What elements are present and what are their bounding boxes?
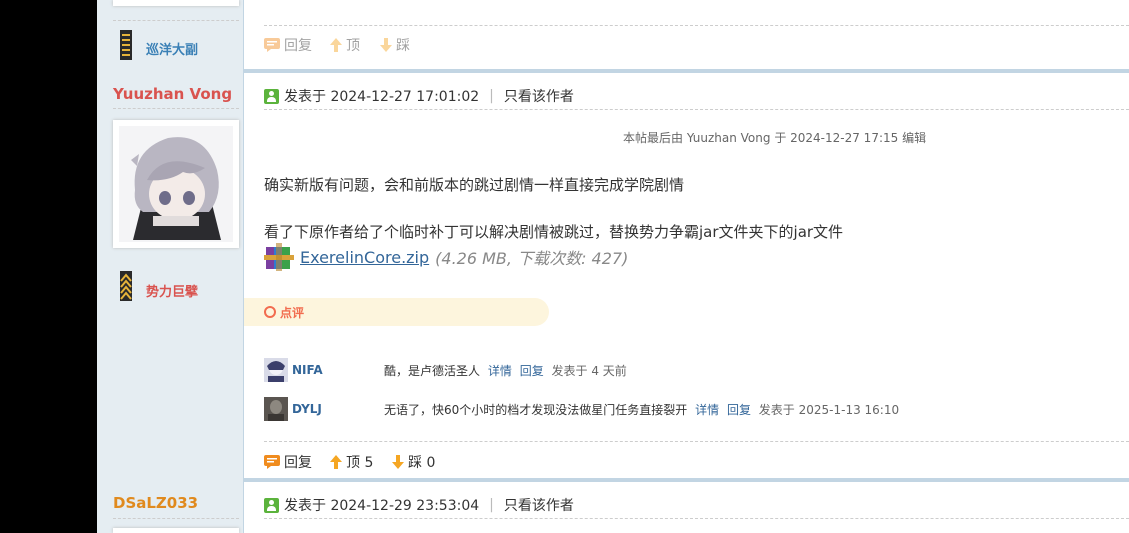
reply-link[interactable]: 回复 bbox=[727, 403, 751, 417]
post-header: 发表于 2024-12-27 17:01:02 | 只看该作者 bbox=[264, 86, 574, 106]
divider bbox=[264, 109, 1129, 110]
downvote-button[interactable]: 踩 0 bbox=[392, 452, 435, 472]
arrow-down-icon bbox=[392, 455, 404, 469]
divider bbox=[264, 518, 1129, 519]
author-name[interactable]: DSaLZ033 bbox=[113, 494, 198, 512]
avatar-previous[interactable] bbox=[113, 0, 239, 6]
user-rank[interactable]: 巡洋大副 bbox=[146, 39, 198, 58]
downvote-button[interactable]: 踩 bbox=[380, 35, 410, 55]
detail-link[interactable]: 详情 bbox=[488, 364, 512, 378]
post-text-line: 看了下原作者给了个临时补丁可以解决剧情被跳过，替换势力争霸jar文件夹下的jar… bbox=[264, 223, 844, 241]
post-separator bbox=[244, 69, 1129, 73]
comment-text: 酷，是卢德活圣人 bbox=[384, 364, 481, 378]
rank-badge-icon bbox=[120, 271, 132, 301]
attachment: ExerelinCore.zip (4.26 MB, 下载次数: 427) bbox=[264, 243, 628, 271]
reply-label: 回复 bbox=[284, 455, 312, 471]
author-sidebar bbox=[97, 0, 244, 533]
reply-link[interactable]: 回复 bbox=[520, 364, 544, 378]
post-separator bbox=[244, 478, 1129, 482]
online-status-icon bbox=[264, 88, 279, 104]
divider bbox=[264, 25, 1129, 26]
post-time: 发表于 2024-12-27 17:01:02 bbox=[284, 89, 480, 105]
comment-user[interactable]: DYLJ bbox=[292, 402, 322, 416]
comment-row: 无语了，快60个小时的档才发现没法做星门任务直接裂开 详情 回复 发表于 202… bbox=[384, 401, 899, 418]
arrow-up-icon bbox=[330, 455, 342, 469]
divider bbox=[113, 20, 239, 21]
avatar[interactable] bbox=[113, 120, 239, 248]
rank-badge-icon bbox=[120, 30, 132, 60]
upvote-label: 顶 5 bbox=[346, 455, 374, 471]
upvote-button[interactable]: 顶 bbox=[330, 35, 360, 55]
comment-avatar[interactable] bbox=[264, 397, 288, 421]
arrow-down-icon bbox=[380, 38, 392, 52]
comment-text: 无语了，快60个小时的档才发现没法做星门任务直接裂开 bbox=[384, 403, 688, 417]
reply-button[interactable]: 回复 bbox=[264, 35, 312, 55]
only-author-link[interactable]: 只看该作者 bbox=[504, 495, 574, 515]
reply-icon bbox=[264, 455, 280, 469]
only-author-link[interactable]: 只看该作者 bbox=[504, 86, 574, 106]
divider bbox=[113, 108, 239, 109]
online-status-icon bbox=[264, 497, 279, 513]
reply-label: 回复 bbox=[284, 38, 312, 54]
divider bbox=[264, 441, 1129, 442]
attachment-link[interactable]: ExerelinCore.zip bbox=[300, 248, 429, 267]
reply-icon bbox=[264, 38, 280, 52]
downvote-label: 踩 0 bbox=[408, 455, 436, 471]
attachment-meta: (4.26 MB, 下载次数: 427) bbox=[435, 249, 629, 268]
post-text-line: 确实新版有问题，会和前版本的跳过剧情一样直接完成学院剧情 bbox=[264, 176, 685, 194]
rate-label[interactable]: 点评 bbox=[280, 304, 304, 321]
comment-user[interactable]: NIFA bbox=[292, 363, 323, 377]
downvote-label: 踩 bbox=[396, 38, 410, 54]
comment-time: 发表于 4 天前 bbox=[551, 364, 627, 378]
post-header: 发表于 2024-12-29 23:53:04 | 只看该作者 bbox=[264, 495, 574, 515]
post-time: 发表于 2024-12-29 23:53:04 bbox=[284, 498, 480, 514]
divider bbox=[113, 518, 239, 519]
user-rank[interactable]: 势力巨擘 bbox=[146, 281, 198, 300]
rate-bar: 点评 bbox=[244, 298, 549, 326]
arrow-up-icon bbox=[330, 38, 342, 52]
comment-row: 酷，是卢德活圣人 详情 回复 发表于 4 天前 bbox=[384, 362, 627, 379]
comment-avatar[interactable] bbox=[264, 358, 288, 382]
comment-circle-icon bbox=[264, 306, 276, 318]
archive-icon bbox=[264, 243, 294, 271]
upvote-button[interactable]: 顶 5 bbox=[330, 452, 373, 472]
avatar-next[interactable] bbox=[113, 528, 239, 533]
detail-link[interactable]: 详情 bbox=[695, 403, 719, 417]
edit-note: 本帖最后由 Yuuzhan Vong 于 2024-12-27 17:15 编辑 bbox=[623, 131, 927, 145]
reply-button[interactable]: 回复 bbox=[264, 452, 312, 472]
comment-time: 发表于 2025-1-13 16:10 bbox=[758, 403, 900, 417]
author-name[interactable]: Yuuzhan Vong bbox=[113, 85, 232, 103]
upvote-label: 顶 bbox=[346, 38, 360, 54]
